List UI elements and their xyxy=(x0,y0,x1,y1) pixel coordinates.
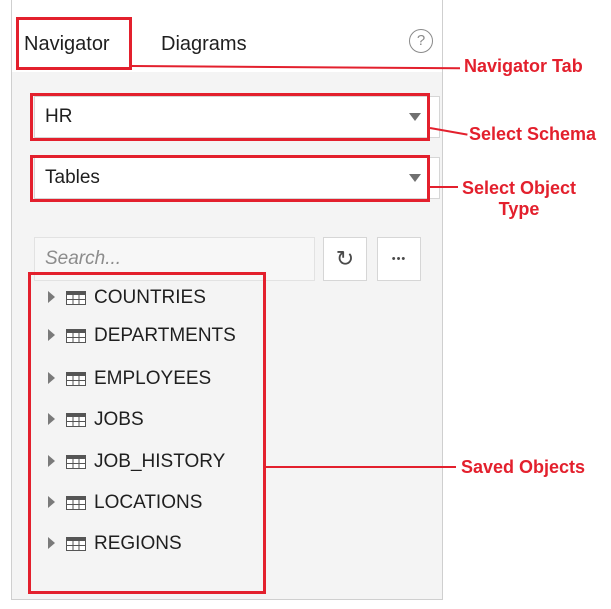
refresh-icon: ↻ xyxy=(335,246,355,271)
callout-navigator-tab: Navigator Tab xyxy=(464,56,583,76)
saved-objects-highlight xyxy=(28,272,266,594)
help-icon[interactable]: ? xyxy=(409,29,433,53)
schema-select-highlight xyxy=(30,93,430,141)
refresh-button[interactable]: ↻ xyxy=(323,237,367,281)
more-icon: ••• xyxy=(391,253,407,265)
select-object-type-connector xyxy=(430,186,458,188)
more-options-button[interactable]: ••• xyxy=(377,237,421,281)
callout-select-schema: Select Schema xyxy=(469,124,597,144)
callout-select-object-type-line2: Type xyxy=(498,199,540,219)
saved-objects-connector xyxy=(266,466,456,468)
object-type-select-highlight xyxy=(30,155,430,202)
tab-diagrams[interactable]: Diagrams xyxy=(161,33,247,56)
callout-select-object-type-line1: Select Object xyxy=(462,178,577,198)
callout-saved-objects: Saved Objects xyxy=(461,457,586,477)
navigator-tab-highlight xyxy=(16,17,132,70)
callout-select-object-type: Select Object Type xyxy=(462,178,576,220)
